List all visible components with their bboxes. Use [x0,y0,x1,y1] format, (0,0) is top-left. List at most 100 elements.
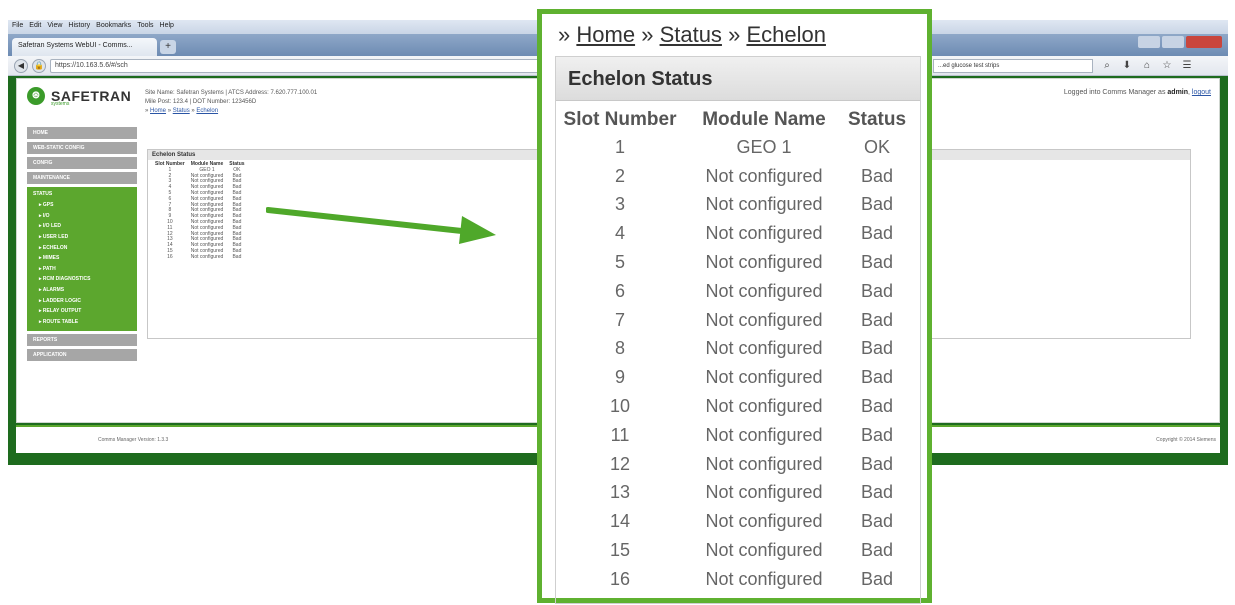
sidebar-subitem-alarms[interactable]: ▸ ALARMS [27,285,137,296]
module-name-cell: Not configured [705,424,823,445]
sidebar-item-maintenance[interactable]: MAINTENANCE [27,172,137,184]
sidebar-subitem-gps[interactable]: ▸ GPS [27,200,137,211]
status-cell: OK [863,136,890,157]
sidebar-subitem-label: USER LED [42,234,69,241]
status-cell: Bad [860,252,894,273]
sidebar-subitem-i-o[interactable]: ▸ I/O [27,211,137,222]
module-name-cell: Not configured [705,252,823,273]
login-prefix: Logged into Comms Manager as [1063,89,1166,96]
module-name-cell: Not configured [705,367,823,388]
breadcrumb-status[interactable]: Status [660,22,722,47]
table-row: 4 Not configured Bad [556,219,910,248]
sidebar-item-config[interactable]: CONFIG [27,157,137,169]
menu-item-edit[interactable]: Edit [29,22,41,29]
status-cell: Bad [860,568,894,589]
sidebar-subitem-ladder-logic[interactable]: ▸ LADDER LOGIC [27,295,137,306]
slot-number-cell: 7 [614,309,625,330]
module-name-cell: Not configured [705,194,823,215]
module-name-cell: Not configured [705,482,823,503]
mini-module-cell: Not configured [190,253,224,260]
logout-link[interactable]: logout [1192,89,1211,96]
sidebar-item-status[interactable]: STATUS [27,189,137,200]
close-button[interactable] [1186,36,1222,48]
download-icon[interactable]: ⬇ [1120,59,1134,73]
table-row: 2 Not configured Bad [556,162,910,191]
search-icon[interactable]: ⌕ [1100,59,1114,73]
table-row: 14 Not configured Bad [556,507,910,536]
slot-number-cell: 10 [609,396,631,417]
module-name-cell: Not configured [705,396,823,417]
status-cell: Bad [860,453,894,474]
menu-item-bookmarks[interactable]: Bookmarks [96,22,131,29]
status-cell: Bad [860,511,894,532]
module-name-cell: GEO 1 [736,136,792,157]
module-name-cell: Not configured [705,165,823,186]
logo-mark-icon: ⊛ [27,87,45,105]
table-row: 8 Not configured Bad [556,335,910,364]
menu-item-history[interactable]: History [68,22,90,29]
slot-number-cell: 5 [614,252,625,273]
table-row: 10 Not configured Bad [556,392,910,421]
home-icon[interactable]: ⌂ [1140,59,1154,73]
slot-number-cell: 6 [614,280,625,301]
identity-icon[interactable]: 🔒 [32,59,46,73]
new-tab-button[interactable]: + [160,40,176,54]
table-row: 1 GEO 1 OK [556,133,910,162]
sidebar-item-web-static-config[interactable]: WEB-STATIC CONFIG [27,142,137,154]
sidebar-subitem-path[interactable]: ▸ PATH [27,264,137,275]
breadcrumb-separator: » [641,22,654,47]
sidebar-subitem-user-led[interactable]: ▸ USER LED [27,232,137,243]
search-input[interactable]: ...ed glucose test strips [933,59,1093,73]
status-cell: Bad [860,396,894,417]
back-icon[interactable]: ◀ [14,59,28,73]
breadcrumb-home[interactable]: Home [576,22,635,47]
sidebar-subitem-label: MIMES [42,255,60,262]
slot-number-cell: 11 [610,424,630,445]
table-row: 11 Not configured Bad [556,421,910,450]
table-row: 16 Not configured Bad [556,565,910,594]
breadcrumb-separator: » [558,22,571,47]
window-controls [1138,36,1222,48]
menu-item-file[interactable]: File [12,22,23,29]
menu-item-help[interactable]: Help [160,22,174,29]
panel-title: Echelon Status [556,57,920,101]
browser-tab[interactable]: Safetran Systems WebUI - Comms... [12,38,157,56]
safetran-logo: ⊛ SAFETRAN [27,87,131,105]
breadcrumb-separator: » [728,22,741,47]
site-info: Site Name: Safetran Systems | ATCS Addre… [145,89,317,116]
sidebar-group-status: STATUS ▸ GPS ▸ I/O ▸ I/O LED ▸ USER LED ▸ ECH… [27,187,137,332]
menu-item-view[interactable]: View [47,22,62,29]
sidebar-subitem-mimes[interactable]: ▸ MIMES [27,253,137,264]
sidebar-subitem-i-o-led[interactable]: ▸ I/O LED [27,221,137,232]
mini-crumb-status[interactable]: Status [173,108,190,114]
table-row: 5 Not configured Bad [556,248,910,277]
sidebar-item-home[interactable]: HOME [27,127,137,139]
module-name-cell: Not configured [705,223,823,244]
status-cell: Bad [860,338,894,359]
module-name-cell: Not configured [705,280,823,301]
menu-icon[interactable]: ☰ [1180,59,1194,73]
version-text: Comms Manager Version: 1.3.3 [98,437,169,443]
table-row: 3 Not configured Bad [556,191,910,220]
breadcrumb-echelon[interactable]: Echelon [746,22,826,47]
status-cell: Bad [860,540,894,561]
status-cell: Bad [860,223,894,244]
sidebar: HOME WEB-STATIC CONFIG CONFIG MAINTENANCE ST… [27,127,137,364]
bookmark-star-icon[interactable]: ☆ [1160,59,1174,73]
slot-number-cell: 4 [614,223,625,244]
sidebar-subitem-label: LADDER LOGIC [42,297,81,304]
mini-crumb-echelon[interactable]: Echelon [196,108,218,114]
mini-crumb-home[interactable]: Home [150,108,166,114]
sidebar-item-reports[interactable]: REPORTS [27,334,137,347]
sidebar-subitem-echelon[interactable]: ▸ ECHELON [27,242,137,253]
sidebar-subitem-relay-output[interactable]: ▸ RELAY OUTPUT [27,306,137,317]
sidebar-subitem-route-table[interactable]: ▸ ROUTE TABLE [27,317,137,328]
sidebar-subitem-rcm-diagnostics[interactable]: ▸ RCM DIAGNOSTICS [27,274,137,285]
status-cell: Bad [860,309,894,330]
menu-item-tools[interactable]: Tools [137,22,153,29]
slot-number-cell: 13 [609,482,631,503]
minimize-button[interactable] [1138,36,1160,48]
maximize-button[interactable] [1162,36,1184,48]
sidebar-item-application[interactable]: APPLICATION [27,349,137,362]
status-cell: Bad [860,165,894,186]
